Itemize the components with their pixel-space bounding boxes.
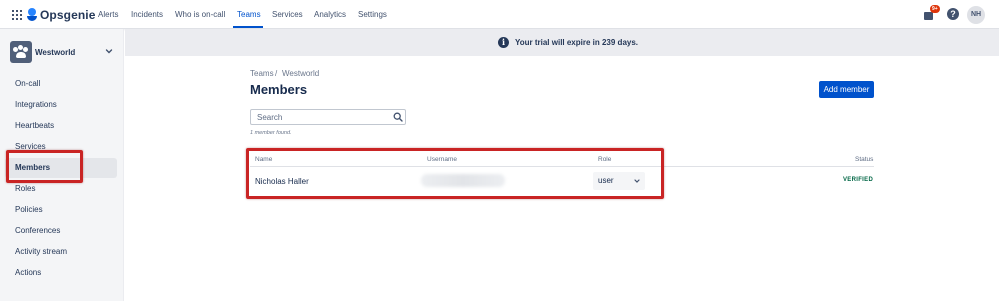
app-switcher-icon[interactable] (12, 10, 22, 20)
breadcrumb-teams[interactable]: Teams (250, 69, 274, 78)
sidebar-item-activity-stream[interactable]: Activity stream (5, 242, 117, 262)
nav-incidents[interactable]: Incidents (131, 10, 163, 19)
trial-banner-text: Your trial will expire in 239 days. (515, 38, 639, 47)
team-switcher[interactable]: Westworld (10, 41, 116, 63)
sidebar-item-actions[interactable]: Actions (5, 263, 117, 283)
status-badge: VERIFIED (843, 177, 874, 183)
help-icon[interactable]: ? (947, 8, 959, 20)
highlight-box-member-row (246, 148, 664, 199)
highlight-box-members (6, 150, 83, 183)
user-avatar[interactable]: NH (967, 6, 985, 24)
sidebar-item-conferences[interactable]: Conferences (5, 221, 117, 241)
opsgenie-logo[interactable]: Opsgenie (27, 7, 95, 23)
results-count: 1 member found. (250, 130, 292, 136)
info-icon: i (498, 37, 509, 48)
column-header-status: Status (855, 156, 874, 163)
sidebar-item-heartbeats[interactable]: Heartbeats (5, 116, 117, 136)
opsgenie-logo-icon (27, 8, 37, 22)
top-navigation: Opsgenie Alerts Incidents Who is on-call… (0, 0, 999, 29)
trial-banner: i Your trial will expire in 239 days. (125, 29, 999, 56)
team-name: Westworld (35, 48, 76, 57)
sidebar-item-policies[interactable]: Policies (5, 200, 117, 220)
chevron-down-icon[interactable] (104, 46, 114, 56)
sidebar-item-on-call[interactable]: On-call (5, 74, 117, 94)
nav-services[interactable]: Services (272, 10, 303, 19)
nav-settings[interactable]: Settings (358, 10, 387, 19)
nav-who-is-on-call[interactable]: Who is on-call (175, 10, 225, 19)
page-title: Members (250, 82, 308, 97)
search-icon[interactable] (393, 112, 403, 122)
add-member-button[interactable]: Add member (819, 81, 874, 98)
team-avatar-icon (10, 41, 32, 63)
nav-analytics[interactable]: Analytics (314, 10, 346, 19)
breadcrumb-separator: / (275, 69, 278, 78)
notification-icon[interactable]: 9+ (923, 5, 940, 20)
active-nav-indicator (233, 26, 263, 28)
sidebar-item-integrations[interactable]: Integrations (5, 95, 117, 115)
nav-alerts[interactable]: Alerts (98, 10, 118, 19)
logo-text: Opsgenie (40, 8, 96, 22)
notification-badge: 9+ (930, 5, 940, 13)
search-input[interactable] (250, 109, 406, 125)
breadcrumb-westworld[interactable]: Westworld (282, 69, 319, 78)
nav-teams[interactable]: Teams (237, 10, 261, 19)
